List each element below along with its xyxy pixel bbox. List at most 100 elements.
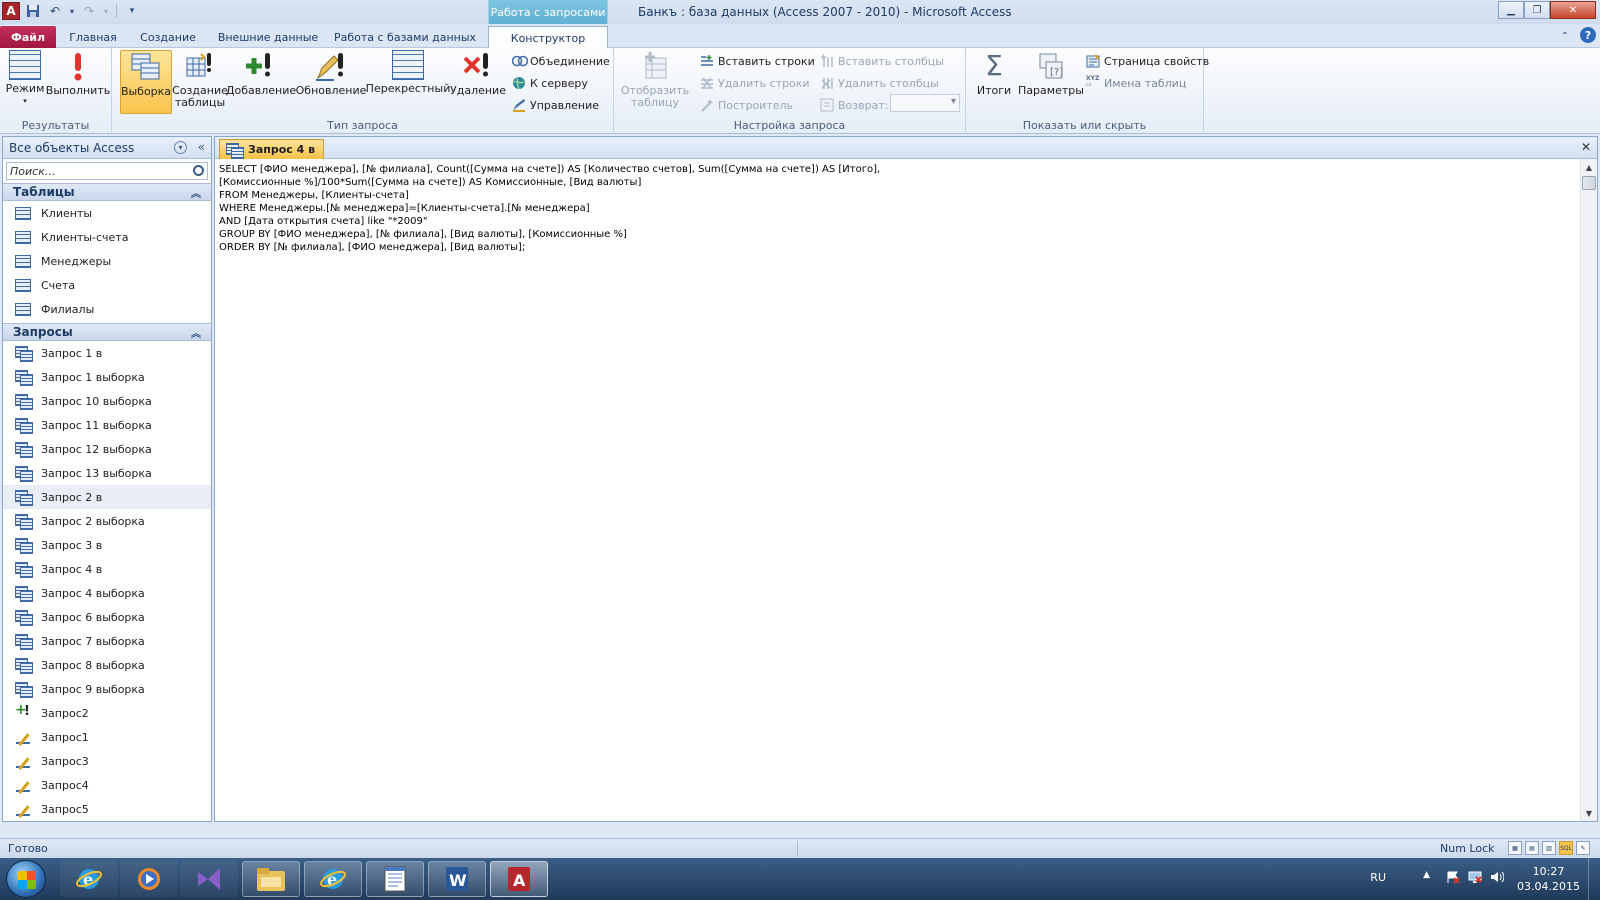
media-player-icon[interactable] xyxy=(120,861,178,897)
minimize-ribbon-icon[interactable]: ⌃ xyxy=(1556,27,1574,45)
nav-query-item[interactable]: Запрос 4 в xyxy=(3,557,211,581)
nav-table-item[interactable]: Счета xyxy=(3,273,211,297)
nav-query-item[interactable]: Запрос3 xyxy=(3,749,211,773)
make-table-button[interactable]: Создание таблицы xyxy=(172,50,228,114)
tab-create[interactable]: Создание xyxy=(130,26,206,48)
restore-button[interactable]: ❐ xyxy=(1524,1,1550,19)
close-document-icon[interactable]: ✕ xyxy=(1581,140,1591,154)
nav-query-item[interactable]: Запрос 7 выборка xyxy=(3,629,211,653)
vertical-scrollbar[interactable]: ▲ ▼ xyxy=(1580,159,1597,821)
network-icon[interactable] xyxy=(1468,870,1482,884)
nav-query-item[interactable]: Запрос 1 в xyxy=(3,341,211,365)
view-button[interactable]: Режим ▾ xyxy=(4,50,46,114)
tab-design[interactable]: Конструктор xyxy=(488,26,608,49)
search-icon[interactable] xyxy=(193,165,204,176)
nav-query-item[interactable]: Запрос 2 в xyxy=(3,485,211,509)
action-center-icon[interactable] xyxy=(1446,870,1460,884)
pass-through-button[interactable]: К серверу xyxy=(512,73,588,93)
nav-query-item[interactable]: Запрос 12 выборка xyxy=(3,437,211,461)
delete-columns-button[interactable]: Удалить столбцы xyxy=(820,73,939,93)
redo-dropdown-icon[interactable]: ▾ xyxy=(102,2,110,20)
start-button[interactable] xyxy=(6,860,46,898)
table-names-button[interactable]: XYZ ▭ Имена таблиц xyxy=(1086,73,1186,93)
scroll-thumb[interactable] xyxy=(1582,176,1596,190)
totals-button[interactable]: Σ Итоги xyxy=(972,50,1016,114)
delete-query-button[interactable]: Удаление xyxy=(450,50,506,114)
minimize-button[interactable]: ▁ xyxy=(1498,1,1524,19)
nav-section-queries[interactable]: Запросы ︽ xyxy=(3,323,211,341)
tab-file[interactable]: Файл xyxy=(0,26,56,48)
sql-view-button[interactable]: SQL xyxy=(1559,841,1573,855)
property-sheet-button[interactable]: Страница свойств xyxy=(1086,51,1209,71)
ie-icon[interactable]: e xyxy=(60,861,118,897)
nav-query-item[interactable]: Запрос 1 выборка xyxy=(3,365,211,389)
nav-query-item[interactable]: Запрос 11 выборка xyxy=(3,413,211,437)
access-icon[interactable]: A xyxy=(490,861,548,897)
nav-query-item[interactable]: Запрос 4 выборка xyxy=(3,581,211,605)
nav-query-item[interactable]: Запрос 3 в xyxy=(3,533,211,557)
nav-query-item[interactable]: Запрос4 xyxy=(3,773,211,797)
tab-database-tools[interactable]: Работа с базами данных xyxy=(330,26,480,48)
nav-query-item[interactable]: Запрос2 xyxy=(3,701,211,725)
visual-studio-icon[interactable] xyxy=(180,861,238,897)
nav-table-item[interactable]: Клиенты-счета xyxy=(3,225,211,249)
customize-qat-icon[interactable]: ▾ xyxy=(123,2,141,20)
scroll-up-icon[interactable]: ▲ xyxy=(1581,159,1597,175)
delete-rows-button[interactable]: Удалить строки xyxy=(700,73,810,93)
nav-search-box[interactable]: Поиск... xyxy=(6,162,208,180)
scroll-down-icon[interactable]: ▼ xyxy=(1581,805,1597,821)
datasheet-view-icon[interactable]: ▦ xyxy=(1508,841,1522,855)
redo-icon[interactable]: ↷ xyxy=(80,2,98,20)
builder-button[interactable]: Построитель xyxy=(700,95,793,115)
close-button[interactable]: ✕ xyxy=(1550,1,1596,19)
nav-collapse-icon[interactable]: « xyxy=(198,140,205,154)
language-indicator[interactable]: RU xyxy=(1370,871,1386,884)
clock[interactable]: 10:27 03.04.2015 xyxy=(1517,864,1580,894)
help-icon[interactable]: ? xyxy=(1580,27,1596,43)
nav-table-item[interactable]: Филиалы xyxy=(3,297,211,321)
union-button[interactable]: Объединение xyxy=(511,51,610,71)
update-button[interactable]: Обновление xyxy=(296,50,366,114)
undo-dropdown-icon[interactable]: ▾ xyxy=(68,2,76,20)
sql-editor[interactable]: SELECT [ФИО менеджера], [№ филиала], Cou… xyxy=(219,163,1567,813)
tab-home[interactable]: Главная xyxy=(62,26,124,48)
nav-query-item[interactable]: Запрос 13 выборка xyxy=(3,461,211,485)
explorer-icon[interactable] xyxy=(242,861,300,897)
document-tab-query[interactable]: Запрос 4 в xyxy=(219,139,325,159)
nav-query-item[interactable]: Запрос1 xyxy=(3,725,211,749)
word-icon[interactable]: W xyxy=(428,861,486,897)
data-definition-button[interactable]: Управление xyxy=(512,95,599,115)
parameters-button[interactable]: [?] Параметры xyxy=(1018,50,1084,114)
run-button[interactable]: Выполнить xyxy=(46,50,110,114)
nav-table-item[interactable]: Клиенты xyxy=(3,201,211,225)
return-combo[interactable] xyxy=(890,94,960,112)
nav-query-item[interactable]: Запрос 9 выборка xyxy=(3,677,211,701)
notepad-icon[interactable] xyxy=(366,861,424,897)
save-icon[interactable] xyxy=(24,2,42,20)
nav-query-item[interactable]: Запрос 10 выборка xyxy=(3,389,211,413)
select-query-button[interactable]: Выборка xyxy=(120,50,172,114)
nav-search-input[interactable]: Поиск... xyxy=(10,165,55,178)
nav-table-item[interactable]: Менеджеры xyxy=(3,249,211,273)
pivot-table-view-icon[interactable]: ▤ xyxy=(1525,841,1539,855)
show-desktop-button[interactable] xyxy=(1588,858,1600,900)
ie-icon[interactable]: e xyxy=(304,861,362,897)
nav-query-item[interactable]: Запрос5 xyxy=(3,797,211,821)
access-app-icon[interactable]: A xyxy=(2,2,20,20)
insert-columns-button[interactable]: Вставить столбцы xyxy=(820,51,944,71)
show-hidden-icons-icon[interactable]: ▲ xyxy=(1423,870,1430,880)
insert-rows-button[interactable]: Вставить строки xyxy=(700,51,815,71)
show-table-button[interactable]: Отобразить таблицу xyxy=(620,50,690,114)
pivot-chart-view-icon[interactable]: ▥ xyxy=(1542,841,1556,855)
tab-external-data[interactable]: Внешние данные xyxy=(212,26,324,48)
volume-icon[interactable] xyxy=(1490,870,1505,884)
nav-menu-dropdown-icon[interactable]: ▾ xyxy=(174,141,187,154)
undo-icon[interactable]: ↶ xyxy=(46,2,64,20)
design-view-icon[interactable]: ✎ xyxy=(1576,841,1590,855)
collapse-section-icon[interactable]: ︽ xyxy=(191,325,201,340)
collapse-section-icon[interactable]: ︽ xyxy=(191,185,201,200)
nav-header[interactable]: Все объекты Access ▾ « xyxy=(3,137,211,159)
crosstab-button[interactable]: Перекрестный xyxy=(366,50,450,114)
append-button[interactable]: Добавление xyxy=(226,50,296,114)
nav-query-item[interactable]: Запрос 2 выборка xyxy=(3,509,211,533)
